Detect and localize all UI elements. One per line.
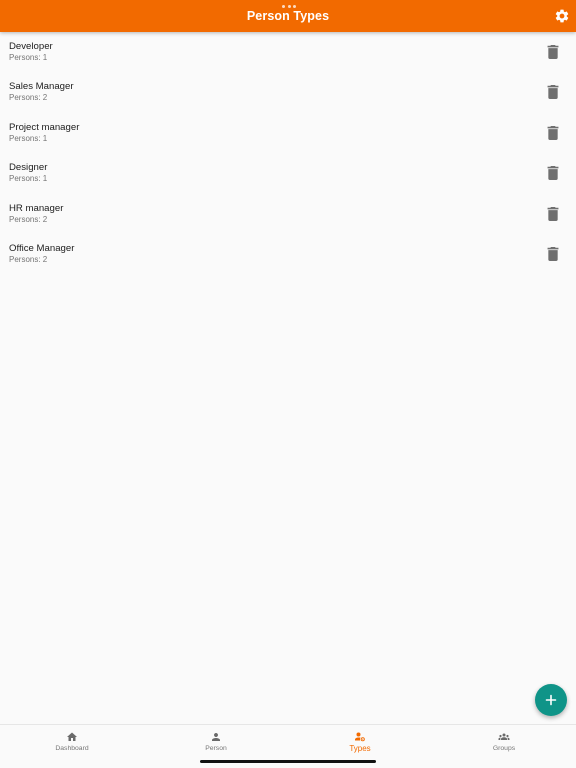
groups-icon — [498, 733, 510, 740]
page-title: Person Types — [246, 9, 330, 23]
trash-icon — [547, 206, 559, 221]
dot — [287, 5, 291, 8]
list-item[interactable]: Project manager Persons: 1 — [0, 113, 576, 153]
gear-icon — [555, 9, 569, 23]
list-item[interactable]: Office Manager Persons: 2 — [0, 234, 576, 274]
person-count: Persons: 1 — [9, 53, 48, 62]
delete-button[interactable] — [547, 206, 559, 221]
person-types-list: Developer Persons: 1 Sales Manager Perso… — [0, 32, 576, 274]
app-window: Person Types Developer Persons: 1 Sales … — [0, 0, 576, 768]
home-icon — [67, 732, 77, 741]
nav-label: Dashboard — [55, 745, 89, 752]
list-item[interactable]: Sales Manager Persons: 2 — [0, 72, 576, 112]
trash-icon — [547, 125, 559, 140]
person-types-icon — [355, 732, 365, 742]
settings-button[interactable] — [554, 8, 570, 24]
person-count: Persons: 2 — [9, 214, 48, 224]
plus-icon — [545, 694, 557, 706]
person-count: Persons: 1 — [9, 133, 48, 143]
nav-label: Person — [205, 745, 227, 752]
delete-button[interactable] — [547, 246, 559, 261]
trash-icon — [547, 166, 559, 181]
list-item[interactable]: Developer Persons: 1 — [0, 32, 576, 72]
list-item[interactable]: Designer Persons: 1 — [0, 153, 576, 193]
person-icon — [212, 733, 220, 741]
nav-label: Types — [349, 744, 371, 753]
person-type-name: Sales Manager — [9, 81, 74, 93]
app-bar: Person Types — [0, 0, 576, 32]
add-person-type-button[interactable] — [535, 684, 567, 716]
nav-item-dashboard[interactable]: Dashboard — [0, 725, 144, 768]
delete-button[interactable] — [547, 85, 559, 100]
dot — [293, 5, 296, 8]
trash-icon — [547, 246, 559, 261]
nav-item-groups[interactable]: Groups — [432, 725, 576, 768]
person-type-name: HR manager — [9, 202, 64, 214]
trash-icon — [547, 85, 559, 100]
home-indicator[interactable] — [200, 760, 376, 763]
delete-button[interactable] — [547, 45, 559, 59]
person-count: Persons: 1 — [9, 174, 48, 184]
person-type-name: Designer — [9, 162, 48, 174]
person-count: Persons: 2 — [9, 93, 48, 103]
multitasking-dots[interactable] — [282, 5, 296, 8]
person-type-name: Office Manager — [9, 242, 75, 254]
person-count: Persons: 2 — [9, 254, 48, 264]
trash-icon — [547, 45, 559, 59]
list-item[interactable]: HR manager Persons: 2 — [0, 194, 576, 234]
delete-button[interactable] — [547, 166, 559, 181]
delete-button[interactable] — [547, 125, 559, 140]
dot — [282, 5, 285, 8]
person-type-name: Developer — [9, 41, 53, 52]
nav-label: Groups — [492, 745, 516, 752]
person-type-name: Project manager — [9, 121, 80, 133]
